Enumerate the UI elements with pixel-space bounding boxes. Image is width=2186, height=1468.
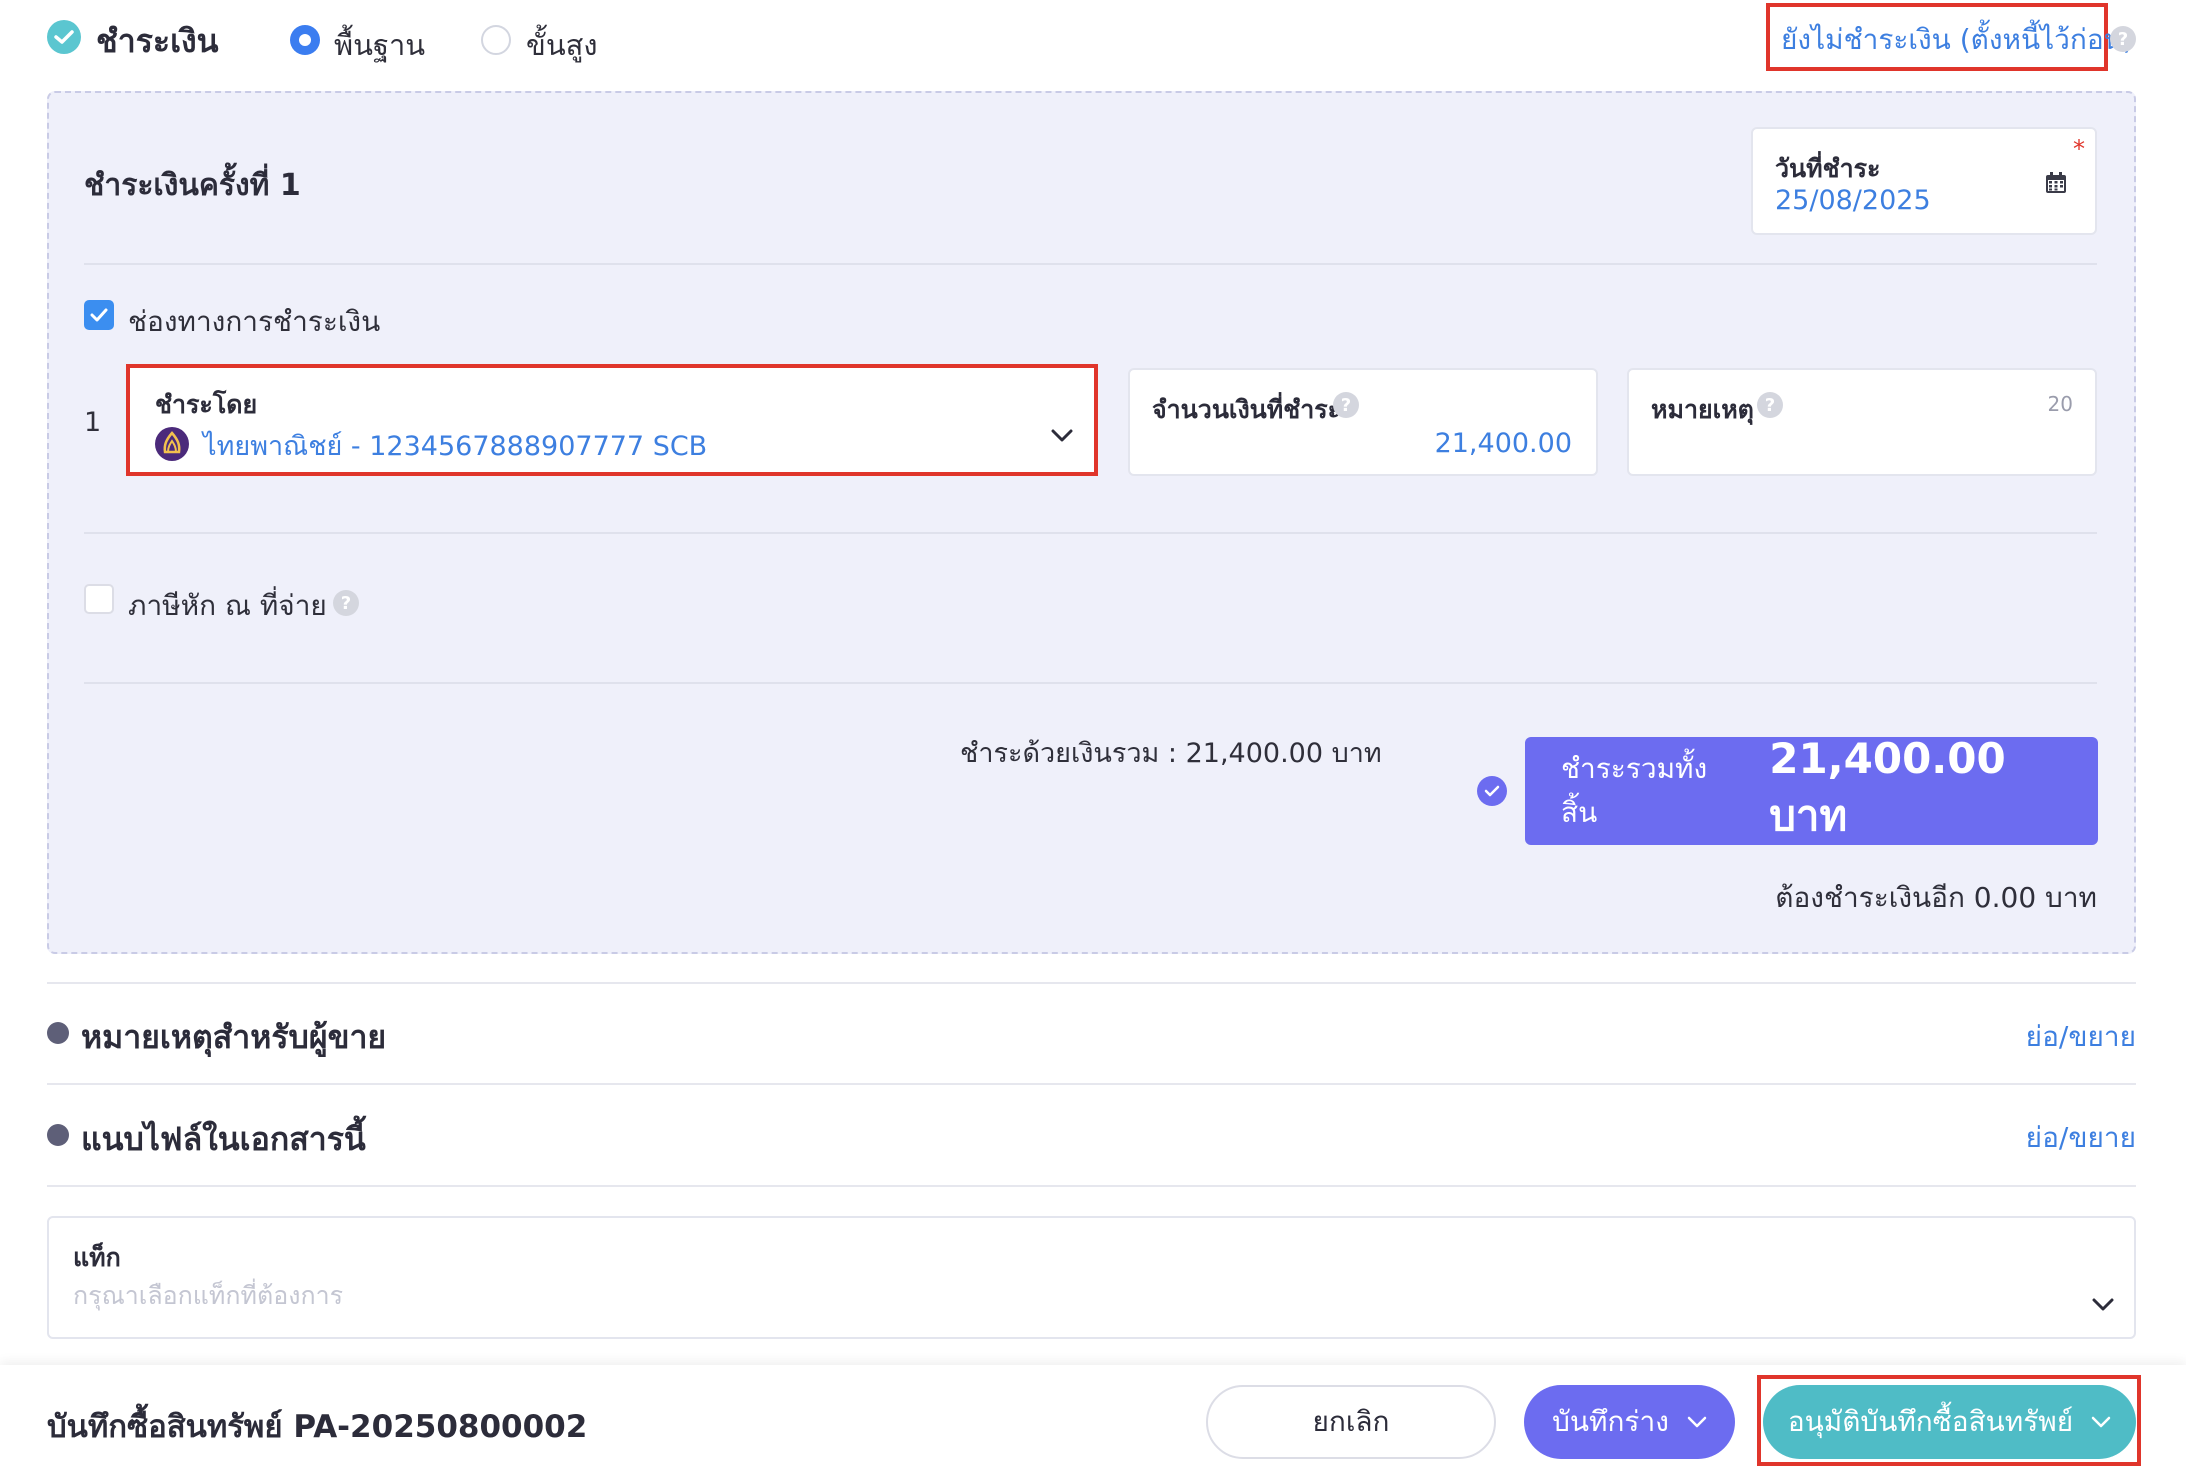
mode-advanced-label[interactable]: ขั้นสูง bbox=[526, 22, 598, 68]
withholding-tax-label: ภาษีหัก ณ ที่จ่าย bbox=[128, 589, 327, 622]
pay-by-highlight bbox=[126, 364, 1098, 476]
payment-date-field[interactable]: วันที่ชำระ 25/08/2025 * bbox=[1751, 127, 2097, 235]
note-char-counter: 20 bbox=[2047, 392, 2073, 416]
note-label: หมายเหตุ bbox=[1651, 395, 1754, 424]
payment-title: ชำระเงิน bbox=[96, 22, 219, 60]
required-mark: * bbox=[2073, 135, 2085, 163]
amount-paid-label: จำนวนเงินที่ชำระ bbox=[1152, 395, 1342, 424]
grand-total-label: ชำระรวมทั้งสิ้น bbox=[1561, 752, 1708, 829]
section-divider bbox=[47, 982, 2136, 984]
help-icon[interactable]: ? bbox=[1333, 392, 1359, 418]
section-divider bbox=[47, 1083, 2136, 1085]
help-icon[interactable]: ? bbox=[333, 590, 359, 616]
payment-channel-checkbox[interactable] bbox=[84, 300, 114, 330]
remaining-amount-text: ต้องชำระเงินอีก 0.00 บาท bbox=[1775, 881, 2097, 914]
mode-advanced-radio[interactable] bbox=[481, 25, 511, 55]
mode-basic-radio[interactable] bbox=[290, 25, 320, 55]
payment-enabled-check[interactable] bbox=[47, 20, 81, 54]
seller-note-toggle[interactable]: ย่อ/ขยาย bbox=[2026, 1015, 2136, 1059]
save-draft-button[interactable]: บันทึกร่าง bbox=[1524, 1385, 1735, 1459]
amount-paid-field[interactable]: จำนวนเงินที่ชำระ ? 21,400.00 bbox=[1128, 368, 1598, 476]
section-divider bbox=[47, 1185, 2136, 1187]
installment-title: ชำระเงินครั้งที่ 1 bbox=[84, 168, 301, 203]
payment-date-label: วันที่ชำระ bbox=[1775, 154, 1881, 183]
save-draft-label: บันทึกร่าง bbox=[1552, 1405, 1669, 1438]
grand-total-value: 21,400.00 บาท bbox=[1769, 733, 2006, 840]
check-icon bbox=[54, 30, 74, 44]
help-icon[interactable]: ? bbox=[2110, 26, 2136, 52]
note-field[interactable]: หมายเหตุ ? 20 bbox=[1627, 368, 2097, 476]
chevron-down-icon bbox=[2092, 1298, 2114, 1311]
help-icon[interactable]: ? bbox=[1757, 392, 1783, 418]
channel-row-index: 1 bbox=[84, 407, 102, 438]
payment-channel-label: ช่องทางการชำระเงิน bbox=[128, 305, 381, 338]
mode-basic-label[interactable]: พื้นฐาน bbox=[334, 22, 425, 68]
amount-paid-value: 21,400.00 bbox=[1434, 428, 1572, 459]
bullet-icon bbox=[47, 1022, 69, 1044]
attachments-title: แนบไฟล์ในเอกสารนี้ bbox=[81, 1120, 366, 1158]
tags-placeholder: กรุณาเลือกแท็กที่ต้องการ bbox=[73, 1281, 344, 1310]
seller-note-title: หมายเหตุสำหรับผู้ขาย bbox=[81, 1018, 387, 1056]
payment-date-value: 25/08/2025 bbox=[1775, 185, 1931, 216]
approve-highlight bbox=[1757, 1375, 2141, 1466]
bullet-icon bbox=[47, 1124, 69, 1146]
document-title: บันทึกซื้อสินทรัพย์ PA-20250800002 bbox=[47, 1409, 588, 1445]
unpaid-defer-link[interactable]: ยังไม่ชำระเงิน (ตั้งหนี้ไว้ก่อน) bbox=[1781, 18, 2134, 62]
panel-divider bbox=[84, 682, 2097, 684]
tags-select[interactable]: แท็ก กรุณาเลือกแท็กที่ต้องการ bbox=[47, 1216, 2136, 1339]
attachments-toggle[interactable]: ย่อ/ขยาย bbox=[2026, 1116, 2136, 1160]
cash-total-text: ชำระด้วยเงินรวม : 21,400.00 บาท bbox=[960, 738, 1382, 769]
check-icon bbox=[90, 308, 108, 322]
check-icon bbox=[1484, 785, 1500, 797]
action-footer: บันทึกซื้อสินทรัพย์ PA-20250800002 ยกเลิ… bbox=[0, 1365, 2186, 1468]
withholding-tax-checkbox[interactable] bbox=[84, 584, 114, 614]
total-confirm-check[interactable] bbox=[1477, 776, 1507, 806]
cancel-button[interactable]: ยกเลิก bbox=[1206, 1385, 1496, 1459]
tags-label: แท็ก bbox=[73, 1243, 121, 1272]
cancel-button-label: ยกเลิก bbox=[1312, 1405, 1390, 1438]
panel-divider bbox=[84, 532, 2097, 534]
grand-total-display: ชำระรวมทั้งสิ้น 21,400.00 บาท bbox=[1525, 734, 2098, 845]
chevron-down-icon bbox=[1687, 1416, 1707, 1428]
panel-divider bbox=[84, 263, 2097, 265]
calendar-icon[interactable] bbox=[2044, 171, 2068, 195]
